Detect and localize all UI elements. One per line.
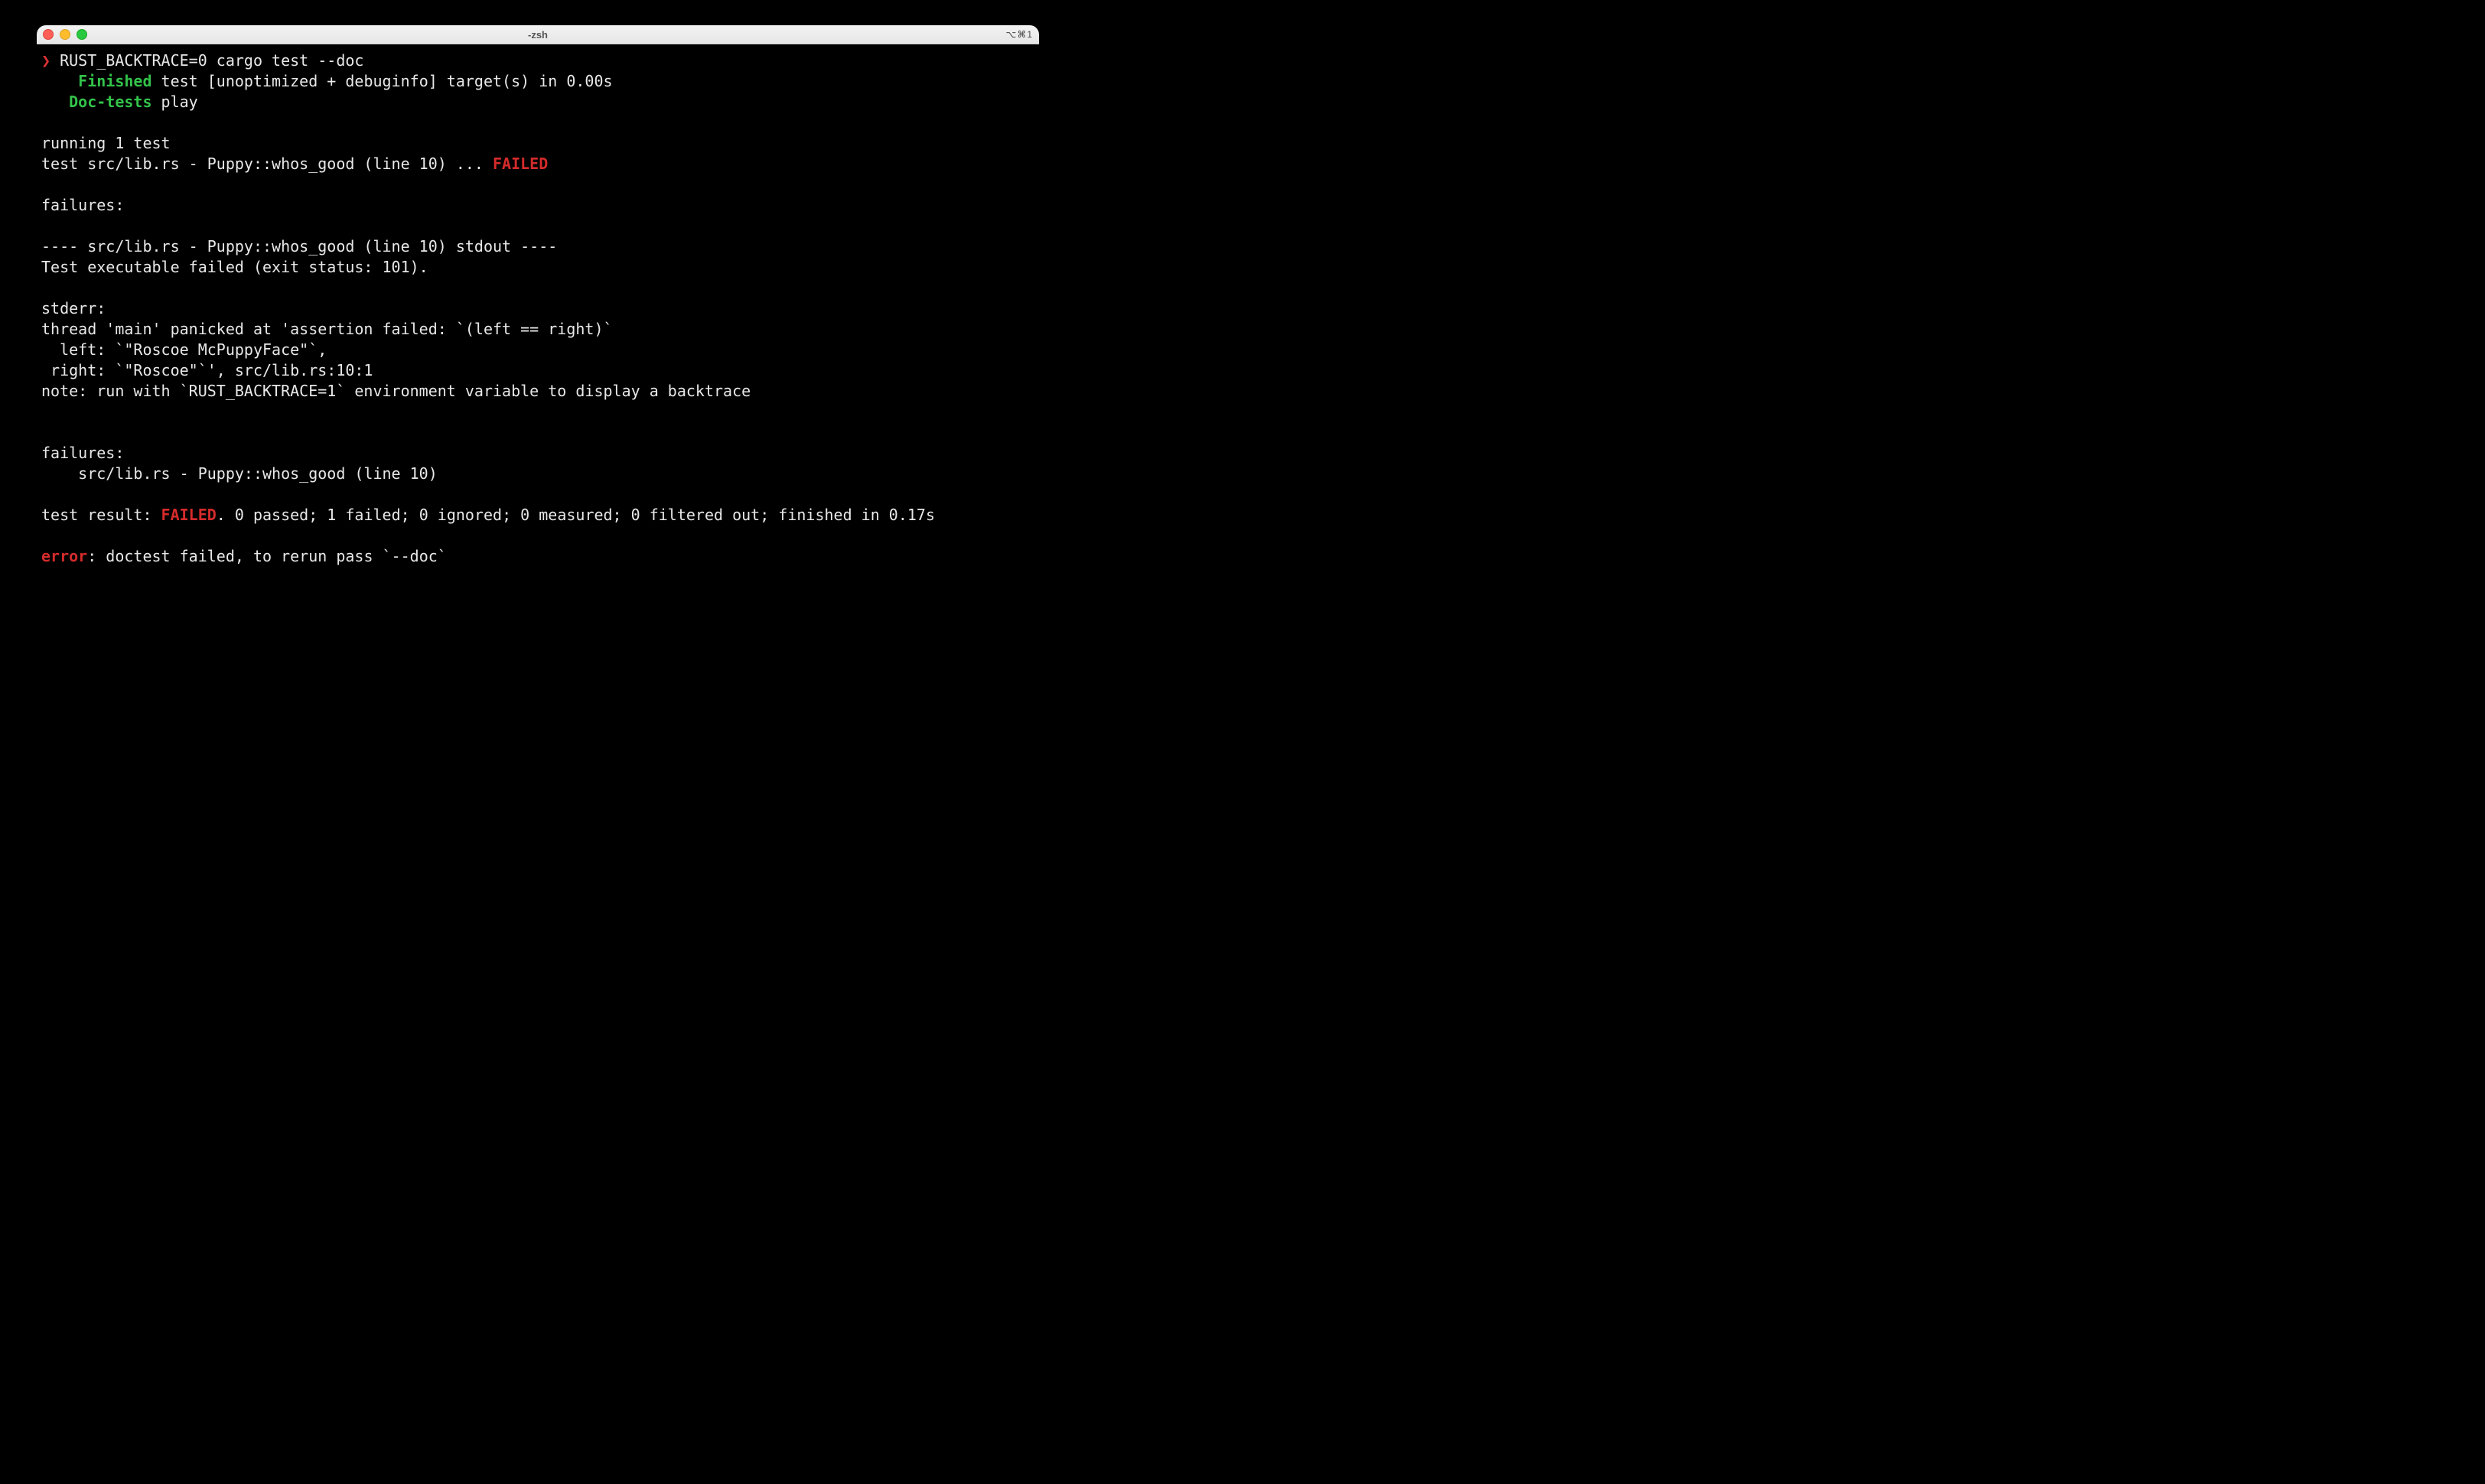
- left-value-line: left: `"Roscoe McPuppyFace"`,: [41, 340, 327, 359]
- test-status-failed: FAILED: [493, 155, 548, 173]
- doctests-text: play: [152, 93, 198, 111]
- window-shortcut-label: ⌥⌘1: [1005, 29, 1033, 40]
- error-label: error: [41, 547, 87, 565]
- zoom-icon[interactable]: [77, 29, 87, 40]
- terminal-output[interactable]: ❯ RUST_BACKTRACE=0 cargo test --doc Fini…: [37, 44, 1039, 571]
- minimize-icon[interactable]: [60, 29, 70, 40]
- backtrace-note-line: note: run with `RUST_BACKTRACE=1` enviro…: [41, 382, 751, 400]
- test-line-pre: test src/lib.rs - Puppy::whos_good (line…: [41, 155, 493, 173]
- finished-label: Finished: [78, 72, 151, 90]
- running-line: running 1 test: [41, 134, 171, 152]
- result-status: FAILED: [161, 506, 217, 524]
- prompt-symbol: ❯: [41, 51, 50, 70]
- command-line: RUST_BACKTRACE=0 cargo test --doc: [60, 51, 363, 70]
- finished-text: test [unoptimized + debuginfo] target(s)…: [152, 72, 613, 90]
- window-title: -zsh: [37, 29, 1039, 41]
- error-text: : doctest failed, to rerun pass `--doc`: [87, 547, 447, 565]
- terminal-window: -zsh ⌥⌘1 ❯ RUST_BACKTRACE=0 cargo test -…: [37, 25, 1039, 587]
- panic-line: thread 'main' panicked at 'assertion fai…: [41, 320, 613, 338]
- failures-header: failures:: [41, 196, 124, 214]
- failures-item: src/lib.rs - Puppy::whos_good (line 10): [41, 464, 438, 483]
- result-post: . 0 passed; 1 failed; 0 ignored; 0 measu…: [217, 506, 935, 524]
- doctests-label: Doc-tests: [69, 93, 151, 111]
- titlebar[interactable]: -zsh ⌥⌘1: [37, 25, 1039, 44]
- stderr-header: stderr:: [41, 299, 106, 317]
- failures-header-2: failures:: [41, 444, 124, 462]
- right-value-line: right: `"Roscoe"`', src/lib.rs:10:1: [41, 361, 373, 379]
- close-icon[interactable]: [43, 29, 54, 40]
- result-pre: test result:: [41, 506, 161, 524]
- stdout-header: ---- src/lib.rs - Puppy::whos_good (line…: [41, 237, 557, 255]
- traffic-lights: [43, 29, 87, 40]
- exec-failed-line: Test executable failed (exit status: 101…: [41, 258, 428, 276]
